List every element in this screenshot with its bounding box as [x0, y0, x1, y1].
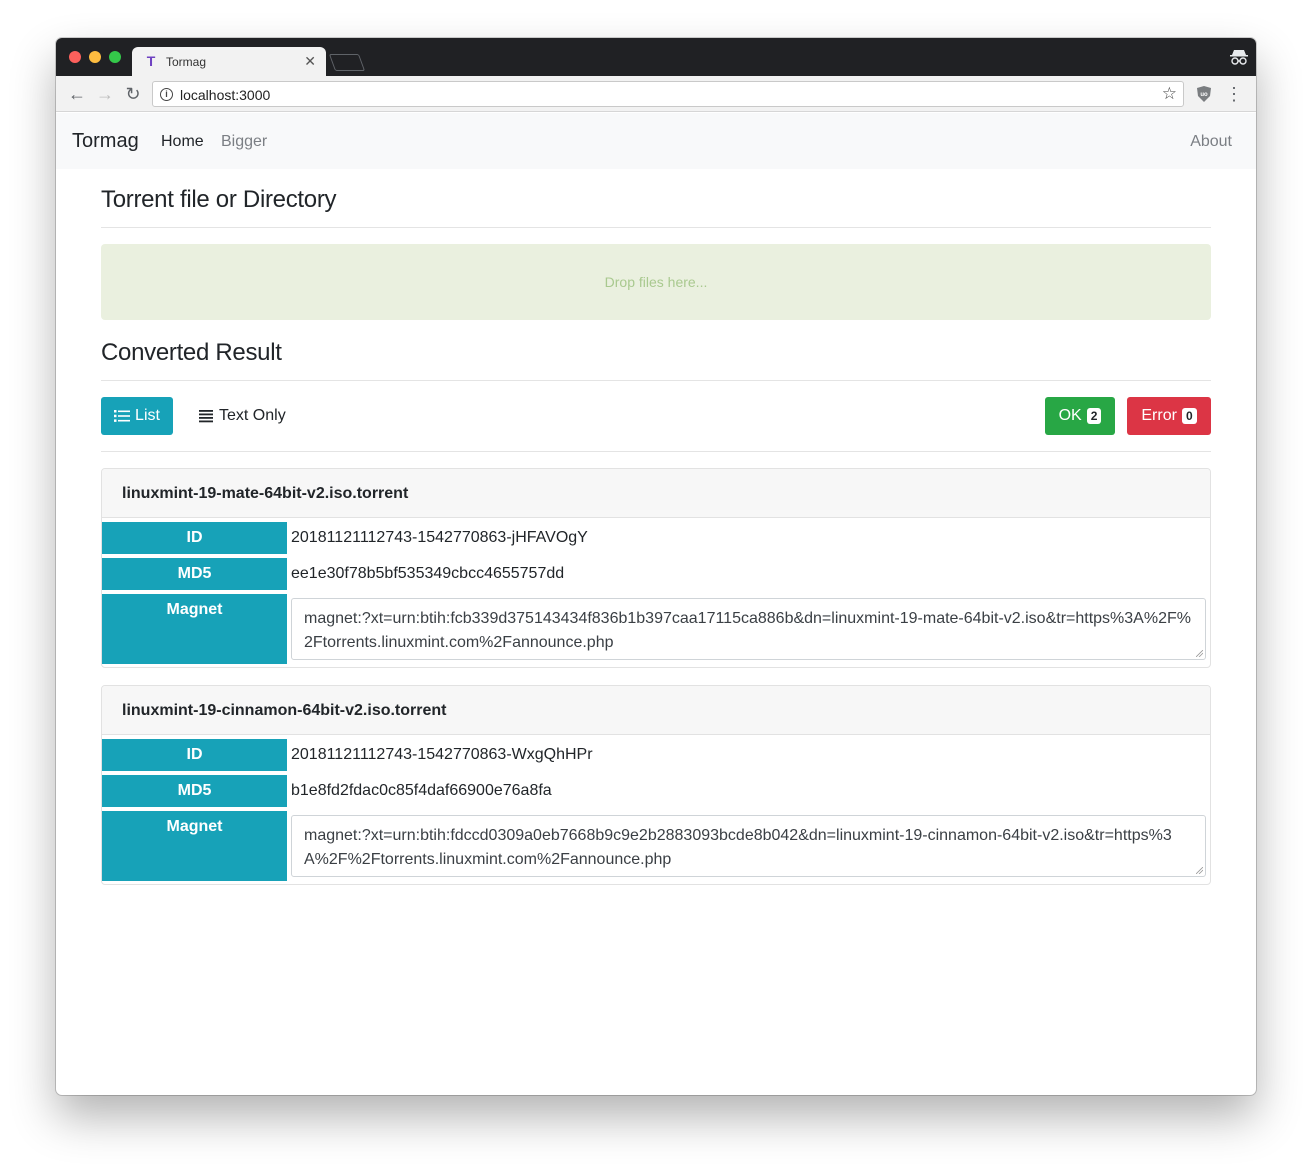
upload-heading: Torrent file or Directory	[101, 186, 337, 213]
id-label: ID	[102, 739, 287, 771]
bookmark-star-icon[interactable]: ☆	[1162, 84, 1177, 104]
browser-toolbar: ← → ↻ i localhost:3000 ☆ uo ⋮	[56, 76, 1256, 112]
url-text[interactable]: localhost:3000	[180, 87, 270, 103]
ok-filter-button[interactable]: OK 2	[1045, 397, 1115, 435]
resize-grip-icon[interactable]	[1196, 867, 1203, 874]
md5-value: b1e8fd2fdac0c85f4daf66900e76a8fa	[291, 782, 552, 799]
text-only-label: Text Only	[219, 407, 286, 424]
md5-label: MD5	[102, 558, 287, 590]
torrent-card: linuxmint-19-mate-64bit-v2.iso.torrent I…	[101, 468, 1211, 668]
minimize-window-button[interactable]	[89, 51, 101, 63]
error-label: Error	[1141, 407, 1177, 424]
tab-title: Tormag	[166, 55, 207, 69]
id-value: 20181121112743-1542770863-WxgQhHPr	[291, 746, 593, 763]
nav-link-about[interactable]: About	[1190, 133, 1232, 151]
address-bar[interactable]: i localhost:3000 ☆	[152, 81, 1184, 107]
md5-value: ee1e30f78b5bf535349cbcc4655757dd	[291, 565, 565, 582]
tormag-favicon-icon: T	[146, 53, 156, 69]
list-view-label: List	[135, 407, 160, 424]
reload-icon[interactable]: ↻	[122, 83, 144, 105]
resize-grip-icon[interactable]	[1196, 650, 1203, 657]
list-icon	[114, 410, 131, 422]
torrent-filename: linuxmint-19-mate-64bit-v2.iso.torrent	[102, 469, 1210, 518]
svg-text:uo: uo	[1200, 92, 1208, 98]
md5-row: MD5 ee1e30f78b5bf535349cbcc4655757dd	[102, 558, 1210, 590]
back-arrow-icon[interactable]: ←	[66, 83, 88, 105]
app-navbar: Tormag Home Bigger About	[56, 113, 1256, 169]
magnet-row: Magnet magnet:?xt=urn:btih:fdccd0309a0eb…	[102, 811, 1210, 881]
id-label: ID	[102, 522, 287, 554]
magnet-label: Magnet	[102, 811, 287, 881]
browser-tab[interactable]: T Tormag ✕	[132, 47, 326, 76]
magnet-textarea[interactable]: magnet:?xt=urn:btih:fcb339d375143434f836…	[291, 598, 1206, 660]
tab-strip: T Tormag ✕	[56, 38, 1256, 76]
align-justify-icon	[199, 410, 213, 423]
dropzone-text: Drop files here...	[604, 274, 708, 290]
chrome-menu-icon[interactable]: ⋮	[1223, 83, 1245, 105]
ok-label: OK	[1058, 407, 1082, 424]
file-dropzone[interactable]: Drop files here...	[101, 244, 1211, 320]
md5-label: MD5	[102, 775, 287, 807]
torrent-card: linuxmint-19-cinnamon-64bit-v2.iso.torre…	[101, 685, 1211, 885]
forward-arrow-icon[interactable]: →	[94, 83, 116, 105]
browser-window: T Tormag ✕ ← → ↻ i localhost:3000 ☆ uo ⋮…	[56, 38, 1256, 1095]
magnet-link-text: magnet:?xt=urn:btih:fcb339d375143434f836…	[304, 610, 1191, 651]
id-row: ID 20181121112743-1542770863-WxgQhHPr	[102, 739, 1210, 771]
torrent-filename: linuxmint-19-cinnamon-64bit-v2.iso.torre…	[102, 686, 1210, 735]
divider	[101, 227, 1211, 228]
error-filter-button[interactable]: Error 0	[1127, 397, 1211, 435]
magnet-label: Magnet	[102, 594, 287, 664]
maximize-window-button[interactable]	[109, 51, 121, 63]
brand-logo[interactable]: Tormag	[72, 130, 139, 153]
id-value: 20181121112743-1542770863-jHFAVOgY	[291, 529, 588, 546]
md5-row: MD5 b1e8fd2fdac0c85f4daf66900e76a8fa	[102, 775, 1210, 807]
incognito-icon	[1230, 50, 1248, 65]
new-tab-button[interactable]	[328, 54, 366, 71]
text-only-button[interactable]: Text Only	[189, 397, 289, 435]
result-heading: Converted Result	[101, 339, 282, 366]
ublock-origin-icon[interactable]: uo	[1196, 86, 1212, 102]
id-row: ID 20181121112743-1542770863-jHFAVOgY	[102, 522, 1210, 554]
ok-count-badge: 2	[1086, 408, 1102, 424]
close-window-button[interactable]	[69, 51, 81, 63]
nav-link-home[interactable]: Home	[161, 133, 204, 151]
site-info-icon[interactable]: i	[160, 88, 173, 101]
divider	[101, 380, 1211, 381]
divider	[101, 451, 1211, 452]
tab-close-icon[interactable]: ✕	[304, 53, 316, 70]
list-view-button[interactable]: List	[101, 397, 173, 435]
magnet-textarea[interactable]: magnet:?xt=urn:btih:fdccd0309a0eb7668b9c…	[291, 815, 1206, 877]
nav-link-bigger[interactable]: Bigger	[221, 133, 267, 151]
magnet-row: Magnet magnet:?xt=urn:btih:fcb339d375143…	[102, 594, 1210, 664]
magnet-link-text: magnet:?xt=urn:btih:fdccd0309a0eb7668b9c…	[304, 827, 1172, 868]
error-count-badge: 0	[1181, 408, 1197, 424]
